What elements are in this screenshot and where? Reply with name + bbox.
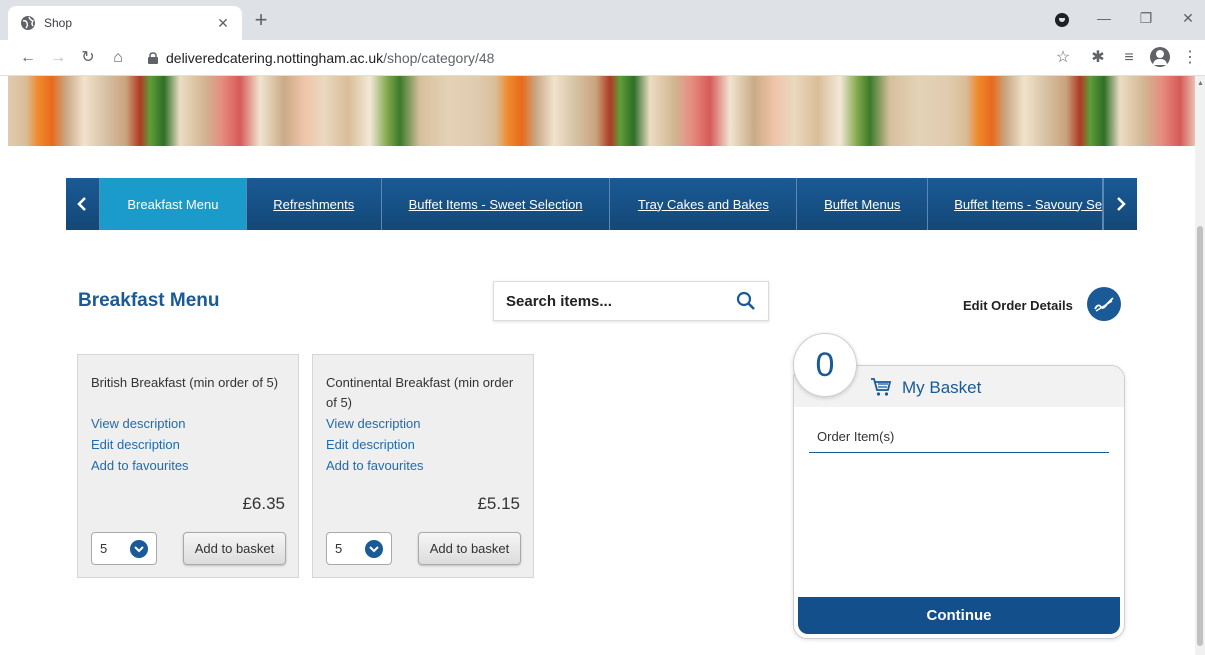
- chevron-down-icon[interactable]: [130, 540, 148, 558]
- pen-signature-icon: [1094, 297, 1114, 312]
- menu-kebab-icon[interactable]: ⋮: [1180, 48, 1200, 68]
- url-path: /shop/category/48: [383, 50, 495, 66]
- edit-description-link[interactable]: Edit description: [91, 437, 180, 452]
- quantity-select[interactable]: 5: [91, 532, 157, 565]
- media-record-icon[interactable]: [1055, 13, 1069, 27]
- quantity-value: 5: [100, 541, 108, 556]
- reading-list-icon[interactable]: ≡: [1119, 48, 1139, 68]
- page-title: Breakfast Menu: [78, 290, 220, 311]
- add-to-basket-button[interactable]: Add to basket: [183, 532, 286, 565]
- url-host: deliveredcatering.nottingham.ac.uk: [166, 50, 384, 66]
- basket-count-badge: 0: [793, 333, 857, 397]
- category-tab-buffet-menus[interactable]: Buffet Menus: [797, 178, 929, 230]
- search-icon[interactable]: [736, 291, 756, 311]
- home-icon[interactable]: ⌂: [108, 48, 128, 68]
- reload-icon[interactable]: ↻: [78, 48, 98, 68]
- browser-tab[interactable]: Shop ✕: [8, 6, 242, 40]
- category-tab-sweet-selection[interactable]: Buffet Items - Sweet Selection: [382, 178, 611, 230]
- order-items-label: Order Item(s): [817, 429, 895, 444]
- add-to-favourites-link[interactable]: Add to favourites: [91, 458, 189, 473]
- extensions-icon[interactable]: ✱: [1088, 48, 1108, 68]
- chevron-down-icon[interactable]: [365, 540, 383, 558]
- category-nav: Breakfast Menu Refreshments Buffet Items…: [66, 178, 1137, 230]
- chevron-right-icon: [1116, 197, 1126, 211]
- category-tab-tray-cakes[interactable]: Tray Cakes and Bakes: [610, 178, 798, 230]
- page-scrollbar[interactable]: ▲: [1195, 76, 1205, 655]
- scrollbar-thumb[interactable]: [1197, 226, 1203, 646]
- restore-icon[interactable]: ❐: [1136, 10, 1156, 27]
- add-to-favourites-link[interactable]: Add to favourites: [326, 458, 424, 473]
- category-tab-breakfast[interactable]: Breakfast Menu: [99, 178, 247, 230]
- shopping-cart-icon: [871, 378, 892, 396]
- sandwich-banner-image: [8, 76, 1195, 146]
- lock-icon: [148, 52, 158, 64]
- minimize-icon[interactable]: —: [1094, 10, 1114, 26]
- search-box[interactable]: [493, 281, 769, 321]
- category-tab-refreshments[interactable]: Refreshments: [247, 178, 382, 230]
- chevron-left-icon: [77, 197, 87, 211]
- product-card-british-breakfast: British Breakfast (min order of 5) View …: [77, 354, 299, 578]
- back-icon[interactable]: ←: [18, 48, 38, 68]
- edit-description-link[interactable]: Edit description: [326, 437, 415, 452]
- search-input[interactable]: [506, 292, 736, 310]
- product-price: £6.35: [242, 494, 285, 513]
- forward-icon[interactable]: →: [48, 48, 68, 68]
- tab-close-icon[interactable]: ✕: [214, 15, 232, 32]
- basket-panel: My Basket Order Item(s) Continue: [793, 365, 1125, 639]
- scroll-up-icon[interactable]: ▲: [1197, 80, 1204, 87]
- basket-title: My Basket: [902, 378, 982, 397]
- category-tab-savoury-selection[interactable]: Buffet Items - Savoury Se: [928, 178, 1104, 230]
- tab-title: Shop: [44, 16, 73, 30]
- browser-tabbar: Shop ✕ + — ❐ ✕: [0, 0, 1205, 40]
- category-next-button[interactable]: [1103, 178, 1137, 230]
- add-to-basket-button[interactable]: Add to basket: [418, 532, 521, 565]
- new-tab-icon[interactable]: +: [250, 9, 272, 31]
- address-bar[interactable]: deliveredcatering.nottingham.ac.uk/shop/…: [166, 50, 494, 66]
- bookmark-star-icon[interactable]: ☆: [1053, 48, 1073, 68]
- product-name: British Breakfast (min order of 5): [91, 375, 279, 390]
- edit-order-button[interactable]: [1087, 287, 1121, 321]
- profile-avatar-icon[interactable]: [1150, 47, 1170, 67]
- view-description-link[interactable]: View description: [326, 416, 420, 431]
- product-card-continental-breakfast: Continental Breakfast (min order of 5) V…: [312, 354, 534, 578]
- divider: [809, 452, 1109, 453]
- globe-icon: [20, 15, 36, 31]
- product-name: Continental Breakfast (min order of 5): [326, 375, 514, 410]
- edit-order-label[interactable]: Edit Order Details: [963, 298, 1073, 313]
- window-close-icon[interactable]: ✕: [1178, 10, 1198, 27]
- product-price: £5.15: [477, 494, 520, 513]
- quantity-select[interactable]: 5: [326, 532, 392, 565]
- quantity-value: 5: [335, 541, 343, 556]
- view-description-link[interactable]: View description: [91, 416, 185, 431]
- browser-toolbar: ← → ↻ ⌂ deliveredcatering.nottingham.ac.…: [0, 40, 1205, 76]
- continue-button[interactable]: Continue: [798, 597, 1120, 634]
- category-prev-button[interactable]: [66, 178, 100, 230]
